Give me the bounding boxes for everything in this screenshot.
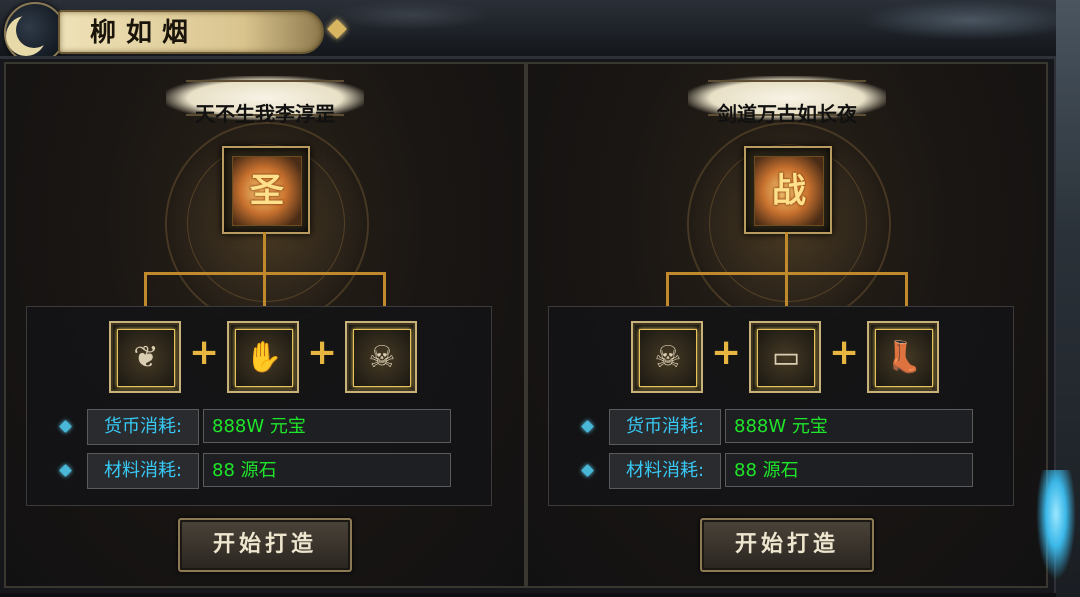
plus-icon: + — [307, 332, 338, 373]
materials-box: ❦ + ✋ + ☠ 货币消耗: 888W 元宝 材料消耗: 88 源石 — [26, 306, 492, 506]
currency-cost-value: 888W 元宝 — [725, 409, 973, 443]
start-forging-button[interactable]: 开始打造 — [178, 518, 352, 572]
start-forging-button[interactable]: 开始打造 — [700, 518, 874, 572]
material-cost-row: 材料消耗: 88 源石 — [579, 453, 979, 489]
gauntlet-icon: ✋ — [235, 329, 293, 387]
material-cost-row: 材料消耗: 88 源石 — [57, 453, 457, 489]
materials-box: ☠ + ▭ + 👢 货币消耗: 888W 元宝 材料消耗: 88 源石 — [548, 306, 1014, 506]
diamond-bullet-icon — [59, 420, 72, 433]
target-item-slot[interactable]: 战 — [744, 146, 832, 234]
skull-helm-icon: ☠ — [639, 329, 697, 387]
target-glyph: 圣 — [250, 171, 284, 211]
diamond-bullet-icon — [59, 464, 72, 477]
connector-line — [666, 272, 669, 306]
material-slot-2[interactable]: ▭ — [749, 321, 821, 393]
recipe-panel-1: 天不生我李淳罡 圣 ❦ + ✋ + ☠ 货币消耗: 888W 元宝 材料消耗: … — [4, 62, 526, 588]
material-slot-1[interactable]: ☠ — [631, 321, 703, 393]
material-slot-1[interactable]: ❦ — [109, 321, 181, 393]
currency-cost-row: 货币消耗: 888W 元宝 — [579, 409, 979, 445]
material-cost-label: 材料消耗: — [87, 453, 199, 489]
material-slot-3[interactable]: 👢 — [867, 321, 939, 393]
diamond-bullet-icon — [581, 420, 594, 433]
plus-icon: + — [189, 332, 220, 373]
connector-line — [905, 272, 908, 306]
talisman-icon: 圣 — [232, 156, 302, 226]
material-slot-3[interactable]: ☠ — [345, 321, 417, 393]
currency-cost-row: 货币消耗: 888W 元宝 — [57, 409, 457, 445]
skull-ring-icon: ☠ — [353, 329, 411, 387]
recipe-panel-2: 剑道万古如长夜 战 ☠ + ▭ + 👢 货币消耗: 888W 元宝 材料消耗: … — [526, 62, 1048, 588]
currency-cost-value: 888W 元宝 — [203, 409, 451, 443]
connector-line — [144, 272, 147, 306]
backdrop-shade — [330, 0, 490, 30]
material-cost-value: 88 源石 — [725, 453, 973, 487]
backdrop-shade — [860, 0, 1080, 40]
amulet-icon: ❦ — [117, 329, 175, 387]
moon-emblem-icon — [4, 2, 66, 64]
currency-cost-label: 货币消耗: — [87, 409, 199, 445]
npc-name: 柳如烟 — [90, 18, 199, 48]
plus-icon: + — [711, 332, 742, 373]
connector-line — [785, 232, 788, 276]
material-slot-2[interactable]: ✋ — [227, 321, 299, 393]
target-glyph: 战 — [772, 171, 806, 211]
boots-icon: 👢 — [875, 329, 933, 387]
target-item-slot[interactable]: 圣 — [222, 146, 310, 234]
belt-icon: ▭ — [757, 329, 815, 387]
blue-flame-icon — [1036, 470, 1076, 580]
connector-line — [263, 272, 266, 306]
diamond-bullet-icon — [581, 464, 594, 477]
material-cost-value: 88 源石 — [203, 453, 451, 487]
talisman-icon: 战 — [754, 156, 824, 226]
currency-cost-label: 货币消耗: — [609, 409, 721, 445]
npc-title-plate: 柳如烟 — [0, 0, 347, 64]
material-cost-label: 材料消耗: — [609, 453, 721, 489]
connector-line — [383, 272, 386, 306]
connector-line — [263, 232, 266, 276]
plus-icon: + — [829, 332, 860, 373]
connector-line — [785, 272, 788, 306]
